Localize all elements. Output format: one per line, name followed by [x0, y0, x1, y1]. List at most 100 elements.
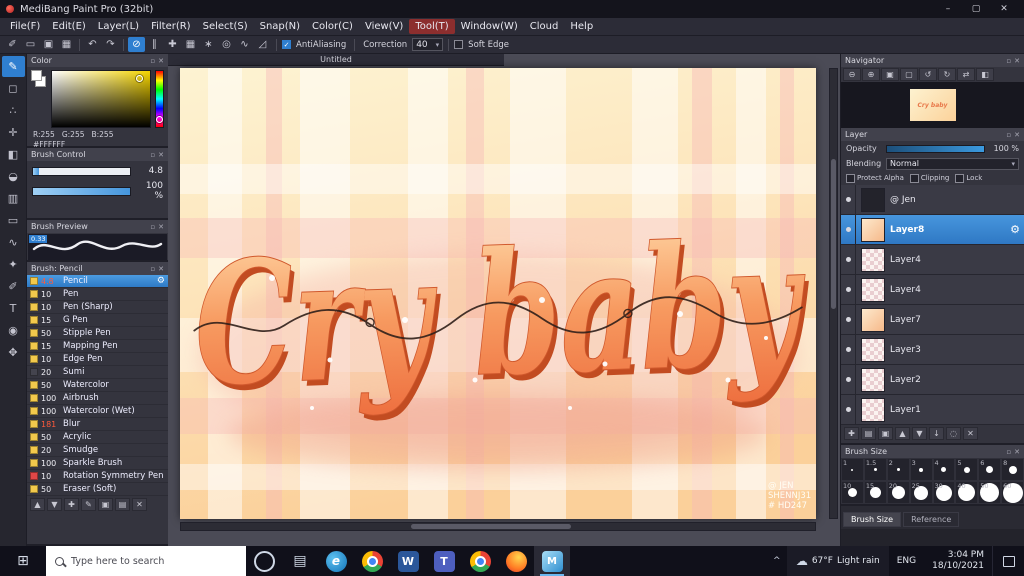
taskbar-app-edge[interactable]: e [318, 546, 354, 576]
merge-layer-button[interactable]: ↓ [929, 427, 944, 440]
close-button[interactable]: ✕ [990, 0, 1018, 18]
brush-item-g-pen[interactable]: 15 G Pen [27, 314, 168, 327]
zoom-out-button[interactable]: ⊖ [843, 68, 861, 81]
brush-size-cell-15[interactable]: 15 [863, 481, 887, 504]
taskbar-clock[interactable]: 3:04 PM 18/10/2021 [924, 546, 992, 576]
brush-folder-button[interactable]: ▤ [115, 498, 130, 511]
layer-option-lock[interactable]: Lock [955, 173, 982, 183]
menu-item-select-s[interactable]: Select(S) [197, 19, 254, 34]
taskbar-app-firefox[interactable] [498, 546, 534, 576]
layer-item-layer1[interactable]: Layer1 [841, 394, 1024, 425]
layer-item-jen[interactable]: @ Jen [841, 184, 1024, 215]
close-panel-icon[interactable]: ✕ [1014, 448, 1020, 456]
taskbar-app-teams[interactable]: T [426, 546, 462, 576]
snap-vanish-icon[interactable]: ◿ [254, 37, 271, 52]
menu-item-color-c[interactable]: Color(C) [306, 19, 359, 34]
brush-size-cell-1-5[interactable]: 1.5 [863, 458, 887, 481]
float-panel-icon[interactable]: ▫ [150, 265, 155, 273]
eraser-tool[interactable]: ◻ [2, 78, 25, 99]
taskbar-app-chrome[interactable] [354, 546, 390, 576]
undo-icon[interactable]: ↶ [84, 37, 101, 52]
brush-item-stipple-pen[interactable]: 50 Stipple Pen [27, 327, 168, 340]
layer-item-layer7[interactable]: Layer7 [841, 304, 1024, 335]
marquee-icon[interactable]: ▭ [22, 37, 39, 52]
menu-item-help[interactable]: Help [564, 19, 599, 34]
rotate-right-button[interactable]: ↻ [938, 68, 956, 81]
brush-item-sumi[interactable]: 20 Sumi [27, 366, 168, 379]
vertical-scrollbar[interactable] [829, 68, 838, 519]
horizontal-scrollbar-thumb[interactable] [411, 524, 571, 529]
menu-item-snap-n[interactable]: Snap(N) [254, 19, 306, 34]
snap-circle-icon[interactable]: ◎ [218, 37, 235, 52]
add-layer-button[interactable]: ✚ [844, 427, 859, 440]
minimize-button[interactable]: – [934, 0, 962, 18]
zoom-in-button[interactable]: ⊕ [862, 68, 880, 81]
layer-item-layer2[interactable]: Layer2 [841, 364, 1024, 395]
weather-widget[interactable]: ☁ 67°F Light rain [786, 546, 889, 576]
transform-icon[interactable]: ▣ [40, 37, 57, 52]
tray-expand-button[interactable]: ^ [767, 546, 787, 576]
snap-off-icon[interactable]: ⊘ [128, 37, 145, 52]
float-panel-icon[interactable]: ▫ [1006, 57, 1011, 65]
brush-item-airbrush[interactable]: 100 Airbrush [27, 392, 168, 405]
tab-brush-size[interactable]: Brush Size [843, 512, 902, 527]
snap-radial-icon[interactable]: ∗ [200, 37, 217, 52]
gear-icon[interactable]: ⚙ [157, 276, 165, 286]
snap-cross-icon[interactable]: ✚ [164, 37, 181, 52]
close-panel-icon[interactable]: ✕ [158, 223, 164, 231]
visibility-toggle[interactable] [841, 364, 856, 395]
brush-item-blur[interactable]: 181 Blur [27, 418, 168, 431]
dot-pen-tool[interactable]: ∴ [2, 100, 25, 121]
menu-item-layer-l[interactable]: Layer(L) [92, 19, 145, 34]
vertical-scrollbar-thumb[interactable] [831, 159, 836, 309]
float-panel-icon[interactable]: ▫ [150, 223, 155, 231]
visibility-toggle[interactable] [841, 304, 856, 335]
language-indicator[interactable]: ENG [889, 546, 924, 576]
rotate-left-button[interactable]: ↺ [919, 68, 937, 81]
hand-tool[interactable]: ✥ [2, 342, 25, 363]
taskbar-app-chrome-profile[interactable] [462, 546, 498, 576]
bucket-tool[interactable]: ◒ [2, 166, 25, 187]
brush-size-cell-40[interactable]: 40 [955, 481, 979, 504]
brush-size-cell-5[interactable]: 5 [955, 458, 979, 481]
flip-horizontal-button[interactable]: ◧ [976, 68, 994, 81]
brush-tool[interactable]: ✎ [1, 56, 25, 77]
brush-size-cell-4[interactable]: 4 [932, 458, 956, 481]
move-brush-up-button[interactable]: ▲ [30, 498, 45, 511]
menu-item-window-w[interactable]: Window(W) [455, 19, 524, 34]
zoom-100-button[interactable]: ▣ [881, 68, 899, 81]
document-tab[interactable]: Untitled [168, 54, 504, 66]
visibility-toggle[interactable] [841, 394, 856, 425]
close-panel-icon[interactable]: ✕ [1014, 57, 1020, 65]
brush-size-cell-10[interactable]: 10 [841, 481, 864, 504]
float-panel-icon[interactable]: ▫ [150, 57, 155, 65]
taskbar-search[interactable]: Type here to search [46, 546, 246, 576]
action-center-button[interactable] [992, 546, 1024, 576]
delete-layer-button[interactable]: ✕ [963, 427, 978, 440]
antialiasing-checkbox[interactable]: ✓ [282, 40, 291, 49]
layer-item-layer4[interactable]: Layer4 [841, 274, 1024, 305]
move-tool[interactable]: ✛ [2, 122, 25, 143]
close-panel-icon[interactable]: ✕ [158, 57, 164, 65]
duplicate-brush-button[interactable]: ▣ [98, 498, 113, 511]
float-panel-icon[interactable]: ▫ [1006, 448, 1011, 456]
gear-icon[interactable]: ⚙ [1006, 223, 1024, 236]
start-button[interactable]: ⊞ [0, 546, 46, 576]
brush-size-cell-3[interactable]: 3 [909, 458, 933, 481]
edit-brush-button[interactable]: ✎ [81, 498, 96, 511]
taskbar-app-cortana[interactable] [246, 546, 282, 576]
visibility-toggle[interactable] [841, 244, 856, 275]
correction-dropdown[interactable]: 40 ▾ [412, 38, 444, 51]
select-tool[interactable]: ▭ [2, 210, 25, 231]
move-brush-down-button[interactable]: ▼ [47, 498, 62, 511]
fill-tool[interactable]: ◧ [2, 144, 25, 165]
lasso-tool[interactable]: ∿ [2, 232, 25, 253]
maximize-button[interactable]: ▢ [962, 0, 990, 18]
brush-item-pen-sharp[interactable]: 10 Pen (Sharp) [27, 301, 168, 314]
layer-item-layer8[interactable]: Layer8 ⚙ [841, 214, 1024, 245]
canvas[interactable]: Cry baby Cry baby @ JEN SHENNJ31 # HD247 [180, 68, 816, 519]
tab-reference[interactable]: Reference [903, 512, 960, 527]
snap-curve-icon[interactable]: ∿ [236, 37, 253, 52]
taskbar-app-task-view[interactable]: ▤ [282, 546, 318, 576]
foreground-color-swatch[interactable] [31, 70, 42, 81]
